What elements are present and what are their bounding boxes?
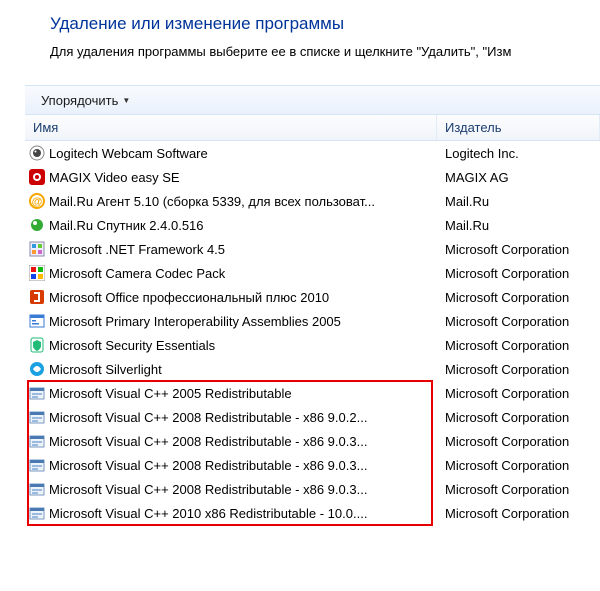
installer-icon — [29, 457, 45, 473]
table-row[interactable]: Microsoft Security Essentials Microsoft C… — [25, 333, 600, 357]
cell-name: Microsoft Camera Codec Pack — [25, 265, 437, 281]
program-name: Mail.Ru Агент 5.10 (сборка 5339, для все… — [49, 194, 375, 209]
cell-publisher: Mail.Ru — [437, 218, 600, 233]
netfx-icon — [29, 241, 45, 257]
table-row[interactable]: Microsoft .NET Framework 4.5 Microsoft Co… — [25, 237, 600, 261]
table-row[interactable]: Mail.Ru Спутник 2.4.0.516 Mail.Ru — [25, 213, 600, 237]
installer-icon — [29, 505, 45, 521]
cell-name: Microsoft Visual C++ 2008 Redistributabl… — [25, 457, 437, 473]
cell-publisher: Mail.Ru — [437, 194, 600, 209]
organize-label: Упорядочить — [41, 93, 118, 108]
cell-name: Microsoft Silverlight — [25, 361, 437, 377]
logitech-icon — [29, 145, 45, 161]
installer-icon — [29, 385, 45, 401]
cell-publisher: Microsoft Corporation — [437, 482, 600, 497]
program-name: Microsoft Office профессиональный плюс 2… — [49, 290, 329, 305]
organize-button[interactable]: Упорядочить ▼ — [35, 91, 136, 110]
program-name: Microsoft Visual C++ 2008 Redistributabl… — [49, 458, 367, 473]
cell-name: Microsoft Visual C++ 2008 Redistributabl… — [25, 433, 437, 449]
program-name: Microsoft Visual C++ 2008 Redistributabl… — [49, 482, 367, 497]
table-row[interactable]: Microsoft Visual C++ 2008 Redistributabl… — [25, 453, 600, 477]
cell-publisher: Microsoft Corporation — [437, 434, 600, 449]
cell-publisher: Microsoft Corporation — [437, 410, 600, 425]
cell-name: Microsoft Primary Interoperability Assem… — [25, 313, 437, 329]
installer-icon — [29, 409, 45, 425]
cell-publisher: MAGIX AG — [437, 170, 600, 185]
cell-name: Mail.Ru Спутник 2.4.0.516 — [25, 217, 437, 233]
program-name: Microsoft .NET Framework 4.5 — [49, 242, 225, 257]
pia-icon — [29, 313, 45, 329]
program-name: Microsoft Visual C++ 2005 Redistributabl… — [49, 386, 292, 401]
cell-publisher: Microsoft Corporation — [437, 338, 600, 353]
cell-publisher: Microsoft Corporation — [437, 266, 600, 281]
office-icon — [29, 289, 45, 305]
cell-name: Microsoft Visual C++ 2005 Redistributabl… — [25, 385, 437, 401]
table-row[interactable]: Microsoft Silverlight Microsoft Corporati… — [25, 357, 600, 381]
sputnik-icon — [29, 217, 45, 233]
cell-name: MAGIX Video easy SE — [25, 169, 437, 185]
cell-publisher: Microsoft Corporation — [437, 386, 600, 401]
mailru-icon: @ — [29, 193, 45, 209]
program-name: MAGIX Video easy SE — [49, 170, 180, 185]
program-name: Mail.Ru Спутник 2.4.0.516 — [49, 218, 204, 233]
page-subtitle: Для удаления программы выберите ее в спи… — [50, 44, 600, 59]
table-row[interactable]: MAGIX Video easy SE MAGIX AG — [25, 165, 600, 189]
table-row[interactable]: Microsoft Visual C++ 2005 Redistributabl… — [25, 381, 600, 405]
chevron-down-icon: ▼ — [122, 96, 130, 105]
table-row[interactable]: @ Mail.Ru Агент 5.10 (сборка 5339, для вс… — [25, 189, 600, 213]
silver-icon — [29, 361, 45, 377]
codec-icon — [29, 265, 45, 281]
cell-publisher: Microsoft Corporation — [437, 314, 600, 329]
table-row[interactable]: Microsoft Primary Interoperability Assem… — [25, 309, 600, 333]
cell-name: Microsoft Visual C++ 2010 x86 Redistribu… — [25, 505, 437, 521]
column-header-name[interactable]: Имя — [25, 115, 437, 140]
table-row[interactable]: Microsoft Visual C++ 2008 Redistributabl… — [25, 405, 600, 429]
cell-publisher: Logitech Inc. — [437, 146, 600, 161]
installer-icon — [29, 481, 45, 497]
header-area: Удаление или изменение программы Для уда… — [0, 0, 600, 59]
page-title: Удаление или изменение программы — [50, 14, 600, 34]
cell-name: Microsoft Security Essentials — [25, 337, 437, 353]
program-name: Microsoft Visual C++ 2008 Redistributabl… — [49, 434, 367, 449]
magix-icon — [29, 169, 45, 185]
cell-name: @ Mail.Ru Агент 5.10 (сборка 5339, для вс… — [25, 193, 437, 209]
table-row[interactable]: Microsoft Camera Codec Pack Microsoft Cor… — [25, 261, 600, 285]
table-row[interactable]: Microsoft Visual C++ 2010 x86 Redistribu… — [25, 501, 600, 525]
program-name: Logitech Webcam Software — [49, 146, 208, 161]
program-name: Microsoft Silverlight — [49, 362, 162, 377]
table-row[interactable]: Microsoft Office профессиональный плюс 2… — [25, 285, 600, 309]
cell-name: Microsoft .NET Framework 4.5 — [25, 241, 437, 257]
program-list: Logitech Webcam Software Logitech Inc. MAG… — [25, 141, 600, 525]
cell-name: Microsoft Visual C++ 2008 Redistributabl… — [25, 481, 437, 497]
column-header-publisher[interactable]: Издатель — [437, 115, 600, 140]
cell-publisher: Microsoft Corporation — [437, 362, 600, 377]
svg-text:@: @ — [32, 196, 43, 208]
programs-and-features-window: Удаление или изменение программы Для уда… — [0, 0, 600, 591]
installer-icon — [29, 433, 45, 449]
program-name: Microsoft Camera Codec Pack — [49, 266, 225, 281]
table-row[interactable]: Microsoft Visual C++ 2008 Redistributabl… — [25, 429, 600, 453]
program-name: Microsoft Visual C++ 2010 x86 Redistribu… — [49, 506, 367, 521]
cell-publisher: Microsoft Corporation — [437, 458, 600, 473]
cell-publisher: Microsoft Corporation — [437, 290, 600, 305]
program-name: Microsoft Security Essentials — [49, 338, 215, 353]
column-headers: Имя Издатель — [25, 115, 600, 141]
toolbar: Упорядочить ▼ — [25, 85, 600, 115]
program-name: Microsoft Primary Interoperability Assem… — [49, 314, 341, 329]
mse-icon — [29, 337, 45, 353]
cell-name: Microsoft Visual C++ 2008 Redistributabl… — [25, 409, 437, 425]
table-row[interactable]: Microsoft Visual C++ 2008 Redistributabl… — [25, 477, 600, 501]
cell-publisher: Microsoft Corporation — [437, 506, 600, 521]
program-name: Microsoft Visual C++ 2008 Redistributabl… — [49, 410, 367, 425]
cell-name: Microsoft Office профессиональный плюс 2… — [25, 289, 437, 305]
table-row[interactable]: Logitech Webcam Software Logitech Inc. — [25, 141, 600, 165]
cell-name: Logitech Webcam Software — [25, 145, 437, 161]
cell-publisher: Microsoft Corporation — [437, 242, 600, 257]
